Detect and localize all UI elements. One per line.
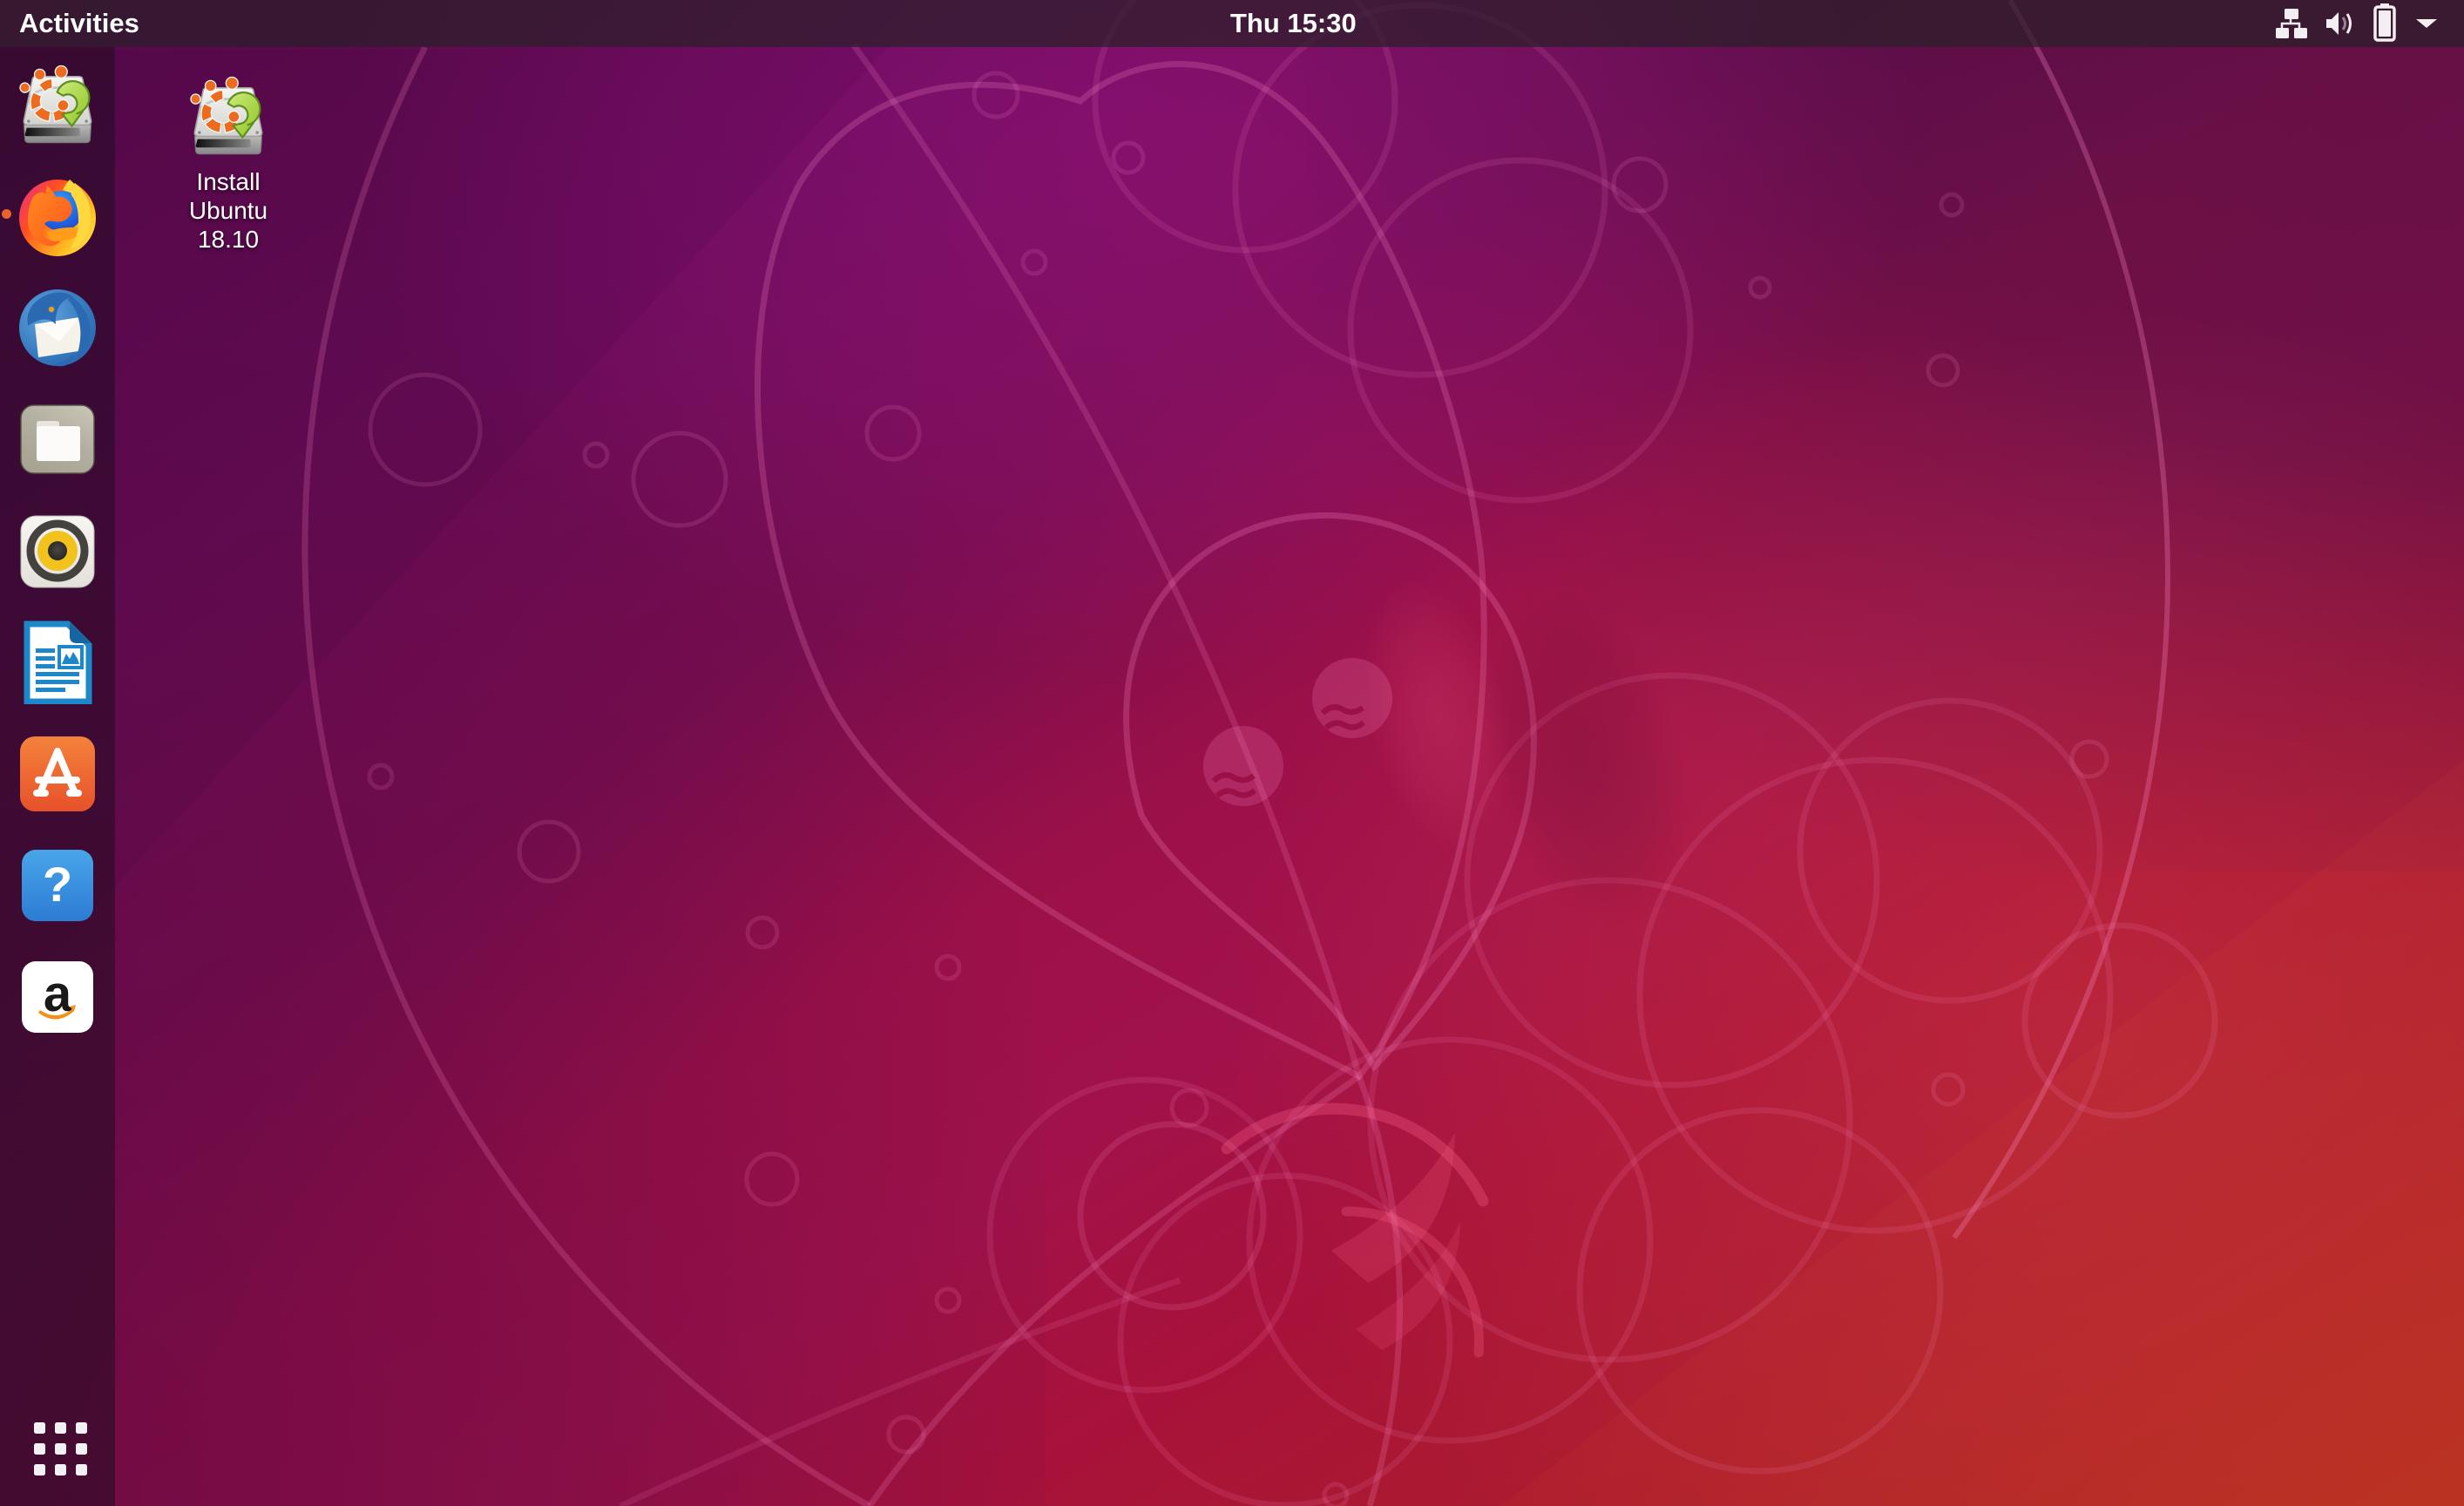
svg-text:?: ? (43, 857, 72, 912)
